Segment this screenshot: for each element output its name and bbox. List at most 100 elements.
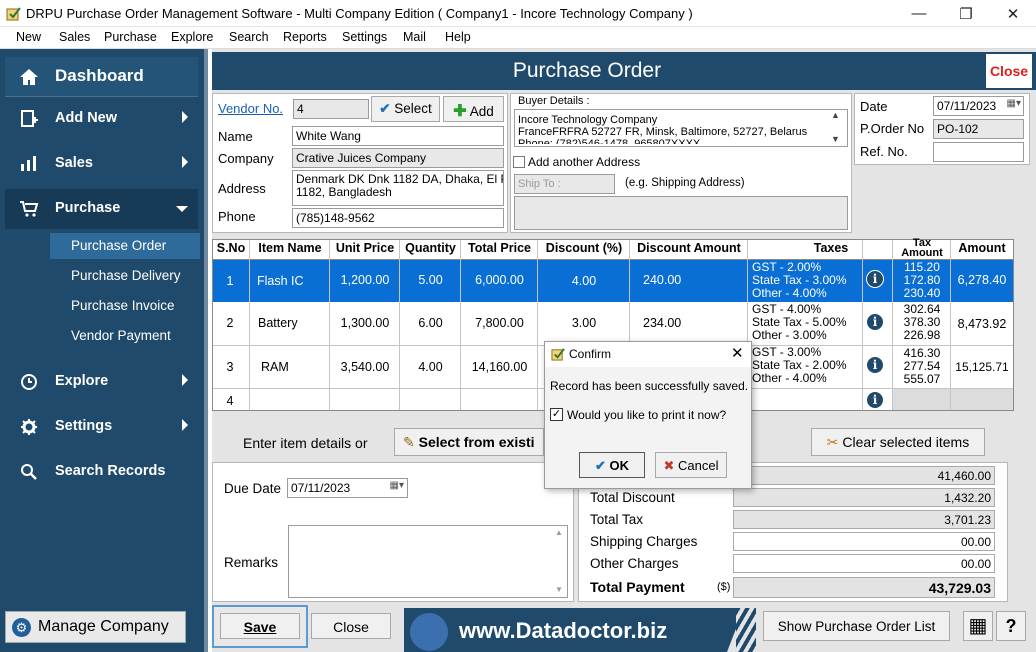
column-header: Quantity [405, 241, 456, 255]
scroll-down-icon[interactable]: ▼ [555, 585, 563, 594]
print-now-checkbox[interactable]: ✓ [550, 408, 563, 421]
shipping-address-field[interactable] [514, 196, 848, 230]
table-row[interactable]: 1 Flash IC 1,200.00 5.00 6,000.00 4.00 2… [213, 260, 1013, 302]
info-icon[interactable]: i [866, 356, 884, 374]
chevron-right-icon [182, 156, 188, 168]
cell-taxes: GST - 4.00% State Tax - 5.00% Other - 3.… [752, 303, 847, 342]
close-window-icon[interactable]: ✕ [990, 0, 1036, 27]
scroll-up-icon[interactable]: ▲ [831, 110, 840, 120]
menu-reports[interactable]: Reports [283, 30, 327, 44]
cell-tax-amount: 115.20 172.80 230.40 [893, 261, 951, 300]
table-row[interactable]: 2 Battery 1,300.00 6.00 7,800.00 3.00 23… [213, 302, 1013, 345]
dialog-close-icon[interactable]: ✕ [731, 344, 744, 362]
sidebar-sub-purchase-order[interactable]: Purchase Order [50, 233, 200, 259]
clear-selected-items-button[interactable]: ✂ Clear selected items [811, 428, 985, 456]
cell-sno: 2 [226, 316, 234, 330]
vendor-no-link[interactable]: Vendor No. [218, 101, 283, 116]
vendor-company-field[interactable]: Crative Juices Company [292, 148, 504, 168]
tax-line: Other - 4.00% [752, 286, 827, 300]
minimize-icon[interactable]: — [896, 0, 942, 27]
cancel-button[interactable]: ✖ Cancel [655, 452, 727, 478]
select-existing-label: Select from existi [418, 434, 535, 450]
vendor-name-field[interactable]: White Wang [292, 126, 504, 146]
info-icon[interactable]: i [866, 313, 884, 331]
vendor-address-field[interactable]: Denmark DK Dnk 1182 DA, Dhaka, El Paso 1… [292, 170, 504, 206]
remarks-label: Remarks [224, 555, 279, 570]
sidebar-item-dashboard[interactable]: Dashboard [5, 57, 198, 97]
ref-number-field[interactable] [933, 142, 1024, 162]
info-icon[interactable]: i [866, 391, 884, 409]
help-icon[interactable]: ? [996, 611, 1026, 641]
vendor-no-field[interactable]: 4 [293, 99, 369, 119]
cell-discount: 4.00 [571, 274, 597, 288]
scroll-down-icon[interactable]: ▼ [831, 134, 840, 144]
cell-discount-amount: 234.00 [643, 316, 682, 330]
close-button[interactable]: Close [986, 54, 1032, 88]
remarks-field[interactable] [288, 525, 568, 598]
add-vendor-button[interactable]: ✚ Add [443, 96, 504, 122]
grid-line [892, 240, 893, 410]
menu-sales[interactable]: Sales [59, 30, 90, 44]
menu-mail[interactable]: Mail [403, 30, 426, 44]
menu-explore[interactable]: Explore [171, 30, 213, 44]
due-date-field[interactable]: 07/11/2023 ▦▾ [287, 478, 408, 498]
confirm-dialog: Confirm ✕ Record has been successfully s… [544, 341, 752, 489]
select-from-existing-button[interactable]: ✎ Select from existi [394, 428, 544, 456]
grid-line [399, 240, 400, 410]
gear-icon [21, 419, 37, 435]
eraser-icon: ✂ [826, 434, 839, 450]
select-vendor-button[interactable]: ✔ Select [371, 96, 440, 122]
total-discount-field: 1,432.20 [733, 488, 995, 507]
shipping-charges-field[interactable]: 00.00 [733, 532, 995, 551]
banner-stripes [736, 608, 756, 652]
sidebar-item-search-records[interactable]: Search Records [5, 452, 198, 492]
sidebar-item-add-new[interactable]: Add New [5, 99, 198, 139]
bar-chart-icon [21, 156, 36, 171]
column-header: Unit Price [335, 241, 395, 255]
calculator-icon[interactable]: ▦ [963, 611, 993, 641]
buyer-details-field[interactable]: Incore Technology Company FranceFRFRA 52… [514, 109, 848, 147]
po-number-field[interactable]: PO-102 [933, 119, 1024, 139]
date-label: Date [860, 99, 888, 114]
column-header: Item Name [258, 241, 322, 255]
menu-settings[interactable]: Settings [342, 30, 387, 44]
scroll-up-icon[interactable]: ▲ [555, 528, 563, 537]
menu-help[interactable]: Help [445, 30, 471, 44]
sidebar-item-explore[interactable]: Explore [5, 362, 198, 402]
sidebar-sub-purchase-delivery[interactable]: Purchase Delivery [50, 263, 200, 289]
calendar-icon[interactable]: ▦▾ [390, 480, 404, 491]
ref-label: Ref. No. [860, 144, 908, 159]
maximize-icon[interactable]: ❐ [943, 0, 989, 27]
sidebar-item-purchase[interactable]: Purchase [5, 189, 198, 229]
tax-line: Other - 3.00% [752, 328, 827, 342]
ship-to-field[interactable]: Ship To : [514, 174, 615, 194]
ok-button[interactable]: ✔ OK [579, 452, 645, 478]
cart-icon [20, 201, 39, 217]
vendor-phone-field[interactable]: (785)148-9562 [292, 208, 504, 228]
due-date-label: Due Date [224, 481, 282, 496]
column-header: S.No [216, 241, 246, 255]
cell-tax-amount: 302.64 378.30 226.98 [893, 303, 951, 342]
menu-new[interactable]: New [16, 30, 41, 44]
select-label: Select [394, 101, 432, 116]
sidebar-sub-vendor-payment[interactable]: Vendor Payment [50, 323, 200, 349]
tax-line: Other - 4.00% [752, 371, 827, 385]
menu-search[interactable]: Search [229, 30, 269, 44]
sidebar-sub-purchase-invoice[interactable]: Purchase Invoice [50, 293, 200, 319]
cell-item: RAM [261, 360, 289, 374]
cell-sno: 3 [226, 360, 234, 374]
home-icon [20, 69, 38, 85]
order-date-field[interactable]: 07/11/2023 ▦▾ [933, 96, 1024, 116]
company-label: Company [218, 151, 274, 166]
menu-purchase[interactable]: Purchase [104, 30, 157, 44]
info-icon[interactable]: i [866, 270, 884, 288]
sidebar-item-settings[interactable]: Settings [5, 407, 198, 447]
show-purchase-order-list-button[interactable]: Show Purchase Order List [763, 611, 950, 641]
close-form-button[interactable]: Close [311, 613, 391, 639]
calendar-icon[interactable]: ▦▾ [1007, 98, 1021, 109]
other-charges-field[interactable]: 00.00 [733, 554, 995, 573]
add-address-checkbox[interactable] [513, 156, 525, 168]
sidebar-item-sales[interactable]: Sales [5, 144, 198, 184]
save-button[interactable]: Save [220, 613, 300, 639]
manage-company-button[interactable]: ⚙ Manage Company [5, 611, 186, 643]
